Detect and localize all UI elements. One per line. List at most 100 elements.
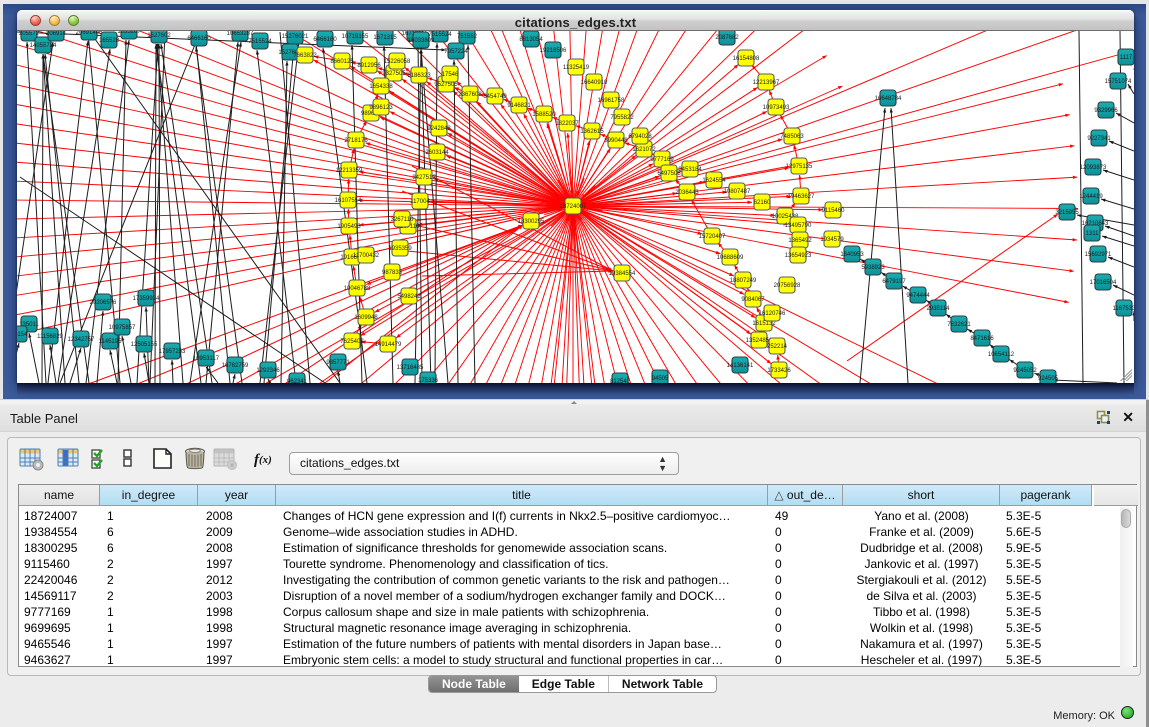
svg-text:10807487: 10807487 [724, 189, 751, 195]
svg-text:2718176: 2718176 [344, 138, 368, 144]
svg-text:7955822: 7955822 [610, 115, 634, 121]
svg-text:10654112: 10654112 [988, 352, 1015, 358]
svg-text:9896123: 9896123 [369, 105, 393, 111]
svg-text:14914479: 14914479 [375, 342, 402, 348]
svg-text:18300295: 18300295 [518, 219, 545, 225]
svg-text:205572: 205572 [19, 31, 40, 37]
svg-text:10975857: 10975857 [109, 325, 136, 331]
svg-text:8660125: 8660125 [330, 59, 354, 65]
svg-text:19384554: 19384554 [609, 271, 636, 277]
svg-text:206914: 206914 [46, 31, 67, 37]
svg-text:6466160: 6466160 [313, 37, 337, 43]
svg-text:7632621: 7632621 [947, 322, 971, 328]
svg-text:39154: 39154 [17, 332, 28, 338]
svg-text:15692971: 15692971 [1085, 252, 1112, 258]
svg-text:16782759: 16782759 [222, 363, 249, 369]
svg-text:13654923: 13654923 [785, 253, 812, 259]
svg-text:15226058: 15226058 [384, 59, 411, 65]
svg-text:15720407: 15720407 [699, 234, 726, 240]
svg-text:8186323: 8186323 [407, 73, 431, 79]
svg-text:6794028: 6794028 [628, 134, 652, 140]
svg-text:2367608: 2367608 [458, 92, 482, 98]
svg-text:1609948: 1609948 [354, 315, 378, 321]
svg-text:5938923: 5938923 [861, 265, 885, 271]
svg-text:9453184: 9453184 [678, 167, 702, 173]
svg-text:8912956: 8912956 [357, 63, 381, 69]
svg-text:1822037: 1822037 [555, 121, 579, 127]
svg-text:18724007: 18724007 [560, 204, 587, 210]
svg-text:9084067: 9084067 [741, 297, 765, 303]
svg-text:1624554: 1624554 [702, 178, 726, 184]
svg-text:7625402: 7625402 [340, 339, 364, 345]
svg-text:1311: 1311 [1086, 231, 1100, 237]
svg-text:5498242: 5498242 [397, 294, 421, 300]
svg-text:1655287: 1655287 [117, 31, 141, 35]
svg-text:117004: 117004 [410, 199, 430, 205]
svg-text:12342757: 12342757 [68, 337, 95, 343]
svg-text:7663822: 7663822 [293, 53, 317, 59]
svg-text:1588520: 1588520 [532, 112, 556, 118]
svg-text:12093873: 12093873 [1080, 165, 1107, 171]
svg-text:3215955: 3215955 [1055, 210, 1079, 216]
svg-text:8990448: 8990448 [604, 138, 628, 144]
svg-text:7485063: 7485063 [780, 134, 804, 140]
svg-text:11156829: 11156829 [37, 334, 63, 340]
svg-text:20691406: 20691406 [76, 31, 103, 36]
svg-text:962341: 962341 [287, 379, 308, 383]
svg-text:(x): (x) [259, 454, 272, 466]
svg-text:1244419: 1244419 [1079, 194, 1103, 200]
svg-text:20756928: 20756928 [774, 283, 801, 289]
svg-text:15751074: 15751074 [1105, 79, 1132, 85]
svg-text:19218506: 19218506 [540, 48, 567, 54]
svg-text:987833: 987833 [382, 270, 403, 276]
svg-text:1934579: 1934579 [820, 237, 844, 243]
svg-text:2935114: 2935114 [927, 306, 951, 312]
svg-text:751552: 751552 [457, 34, 478, 40]
svg-text:1145195: 1145195 [99, 339, 123, 345]
svg-text:6466160: 6466160 [187, 36, 211, 42]
svg-text:1733426: 1733426 [767, 368, 791, 374]
svg-text:10719155: 10719155 [342, 34, 369, 40]
svg-text:8471616: 8471616 [970, 336, 994, 342]
svg-text:9242848: 9242848 [427, 126, 451, 132]
svg-text:9329966: 9329966 [1094, 108, 1118, 114]
svg-text:8813054: 8813054 [519, 37, 543, 43]
svg-text:924505: 924505 [1038, 376, 1059, 382]
svg-text:14055724: 14055724 [30, 43, 57, 49]
svg-text:7957224: 7957224 [444, 49, 468, 55]
svg-text:10046788: 10046788 [344, 286, 371, 292]
svg-text:11325419: 11325419 [563, 65, 590, 71]
svg-text:3267110: 3267110 [391, 217, 415, 223]
svg-text:1167533: 1167533 [1113, 306, 1134, 312]
svg-text:1935359: 1935359 [388, 246, 412, 252]
svg-text:10688609: 10688609 [717, 255, 744, 261]
svg-text:7515524: 7515524 [248, 39, 272, 45]
svg-text:10973493: 10973493 [763, 105, 790, 111]
svg-text:16107554: 16107554 [335, 198, 362, 204]
svg-text:2036443: 2036443 [675, 190, 699, 196]
svg-text:812542: 812542 [610, 379, 631, 383]
svg-text:18807249: 18807249 [730, 278, 757, 284]
svg-text:12213359: 12213359 [336, 168, 363, 174]
svg-text:1654338: 1654338 [369, 84, 393, 90]
svg-text:17016504: 17016504 [1090, 280, 1117, 286]
svg-text:8454749: 8454749 [483, 94, 507, 100]
svg-text:13716485: 13716485 [397, 365, 424, 371]
svg-text:17546: 17546 [442, 72, 459, 78]
svg-text:10653287: 10653287 [227, 31, 254, 37]
svg-text:2087682: 2087682 [715, 35, 739, 41]
svg-text:1527602: 1527602 [147, 33, 171, 39]
svg-text:9146821: 9146821 [507, 103, 531, 109]
svg-text:1640953: 1640953 [840, 252, 864, 258]
svg-text:17957253: 17957253 [159, 349, 186, 355]
svg-text:12505155: 12505155 [131, 342, 158, 348]
svg-text:19463627: 19463627 [788, 194, 815, 200]
svg-text:1621072: 1621072 [632, 147, 656, 153]
svg-text:252214: 252214 [767, 344, 788, 350]
svg-text:16640910: 16640910 [581, 80, 608, 86]
svg-text:62160: 62160 [754, 200, 771, 206]
svg-text:16961758: 16961758 [598, 98, 625, 104]
svg-text:9527505: 9527505 [434, 82, 458, 88]
svg-text:9327505: 9327505 [382, 71, 406, 77]
svg-text:175336: 175336 [418, 378, 439, 383]
